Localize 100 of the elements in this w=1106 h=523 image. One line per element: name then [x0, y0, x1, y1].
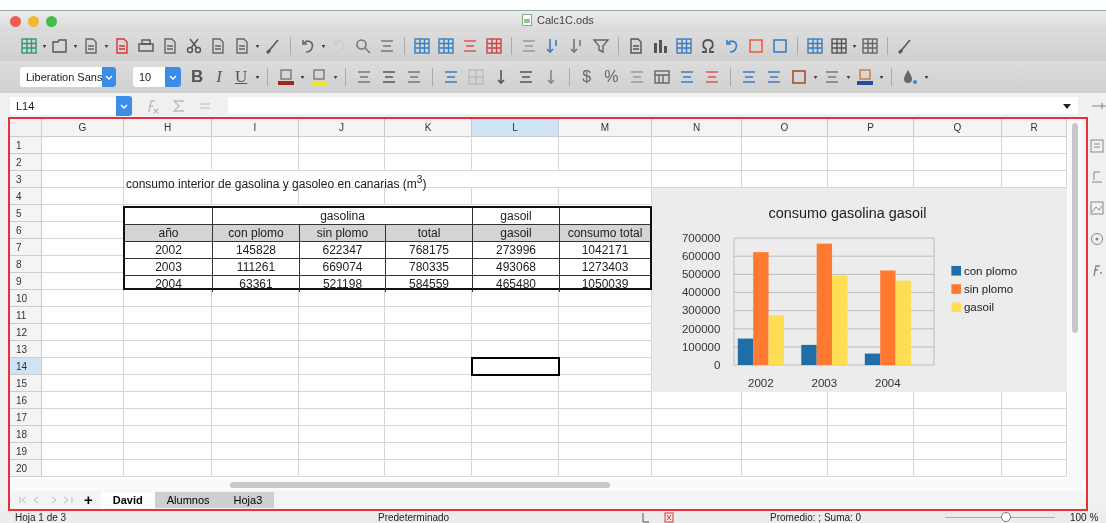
- grid-cell[interactable]: [472, 409, 559, 426]
- merge-icon[interactable]: [467, 68, 486, 86]
- grid-cell[interactable]: [212, 426, 299, 443]
- grid-cell[interactable]: [124, 324, 212, 341]
- column-header[interactable]: I: [212, 119, 299, 137]
- grid-cell[interactable]: [472, 188, 559, 205]
- grid-cell[interactable]: [652, 443, 742, 460]
- sidebar-toggle-icon[interactable]: [1092, 101, 1106, 111]
- filter-icon[interactable]: [592, 37, 610, 55]
- grid-cell[interactable]: [472, 460, 559, 477]
- grid-cell[interactable]: [212, 460, 299, 477]
- grid-cell[interactable]: [1002, 443, 1067, 460]
- sheet-tab[interactable]: David: [100, 492, 155, 508]
- grid-cell[interactable]: [559, 426, 652, 443]
- properties-icon[interactable]: [1090, 139, 1104, 153]
- grid-cell[interactable]: [1002, 460, 1067, 477]
- grid-cell[interactable]: [742, 154, 828, 171]
- grid-cell[interactable]: [1002, 426, 1067, 443]
- pencil-icon[interactable]: [896, 37, 914, 55]
- omega-icon[interactable]: [699, 37, 717, 55]
- sheet-tab[interactable]: Alumnos: [154, 492, 222, 508]
- grid-cell[interactable]: [42, 426, 124, 443]
- grid-cell[interactable]: [742, 460, 828, 477]
- grid-cell[interactable]: [299, 409, 385, 426]
- grid-cell[interactable]: [385, 341, 472, 358]
- grid-cell[interactable]: [472, 154, 559, 171]
- grid-cell[interactable]: [212, 324, 299, 341]
- grid-cell[interactable]: [472, 375, 559, 392]
- grid-cell[interactable]: [42, 171, 124, 188]
- grid-cell[interactable]: [559, 392, 652, 409]
- row-header[interactable]: 9: [10, 273, 42, 290]
- grid-cell[interactable]: [42, 409, 124, 426]
- chart-icon[interactable]: [651, 37, 669, 55]
- row-header[interactable]: 15: [10, 375, 42, 392]
- number-format-button[interactable]: $: [579, 67, 595, 87]
- grid-cell[interactable]: [42, 137, 124, 154]
- grid-cell[interactable]: [742, 426, 828, 443]
- brush-icon[interactable]: [264, 37, 282, 55]
- zoom-button[interactable]: [46, 15, 57, 27]
- grid-cell[interactable]: [1002, 409, 1067, 426]
- grid-cell[interactable]: [559, 154, 652, 171]
- row-header[interactable]: 7: [10, 239, 42, 256]
- grid-cell[interactable]: [828, 426, 914, 443]
- format-button[interactable]: B: [188, 67, 207, 87]
- comment-icon[interactable]: [747, 37, 765, 55]
- grid-cell[interactable]: [124, 307, 212, 324]
- navigator-icon[interactable]: [1090, 232, 1104, 246]
- grid-cell[interactable]: [652, 137, 742, 154]
- grid-cell[interactable]: [212, 137, 299, 154]
- grid-cell[interactable]: [299, 392, 385, 409]
- minimize-button[interactable]: [28, 15, 39, 27]
- functions-icon[interactable]: [1090, 263, 1104, 277]
- grid-cell[interactable]: [559, 137, 652, 154]
- grid-cell[interactable]: [212, 154, 299, 171]
- grid-cell[interactable]: [299, 324, 385, 341]
- row-header[interactable]: 6: [10, 222, 42, 239]
- zoom-slider-thumb[interactable]: [1000, 512, 1011, 522]
- grid-cell[interactable]: [742, 409, 828, 426]
- border-color-icon[interactable]: [856, 68, 875, 86]
- insert-column-icon[interactable]: [437, 37, 455, 55]
- caret-icon[interactable]: [120, 103, 128, 109]
- delete-row-icon[interactable]: [461, 37, 479, 55]
- row-header[interactable]: 2: [10, 154, 42, 171]
- sheet-tab[interactable]: Hoja3: [221, 492, 275, 508]
- grid-cell[interactable]: [42, 443, 124, 460]
- column-header[interactable]: R: [1002, 119, 1067, 137]
- grid-cell[interactable]: [652, 460, 742, 477]
- column-header[interactable]: P: [828, 119, 914, 137]
- grid-cell[interactable]: [299, 341, 385, 358]
- grid-cell[interactable]: [212, 443, 299, 460]
- name-box[interactable]: L14: [10, 97, 132, 115]
- grid-cell[interactable]: [472, 426, 559, 443]
- pivot-table-icon[interactable]: [675, 37, 693, 55]
- grid-cell[interactable]: [742, 443, 828, 460]
- copy-icon[interactable]: [209, 37, 227, 55]
- grid-cell[interactable]: [828, 460, 914, 477]
- column-header[interactable]: L: [472, 119, 559, 137]
- column-header[interactable]: O: [742, 119, 828, 137]
- row-header[interactable]: 1: [10, 137, 42, 154]
- row-header[interactable]: 12: [10, 324, 42, 341]
- select-all-corner[interactable]: [10, 119, 42, 137]
- column-header[interactable]: H: [124, 119, 212, 137]
- grid-cell[interactable]: [652, 154, 742, 171]
- row-header[interactable]: 19: [10, 443, 42, 460]
- grid-cell[interactable]: [385, 443, 472, 460]
- grid-cell[interactable]: [42, 154, 124, 171]
- grid-cell[interactable]: [472, 324, 559, 341]
- drop-icon[interactable]: [901, 68, 920, 86]
- grid-cell[interactable]: [299, 137, 385, 154]
- grid-cell[interactable]: [42, 392, 124, 409]
- grid-cell[interactable]: [828, 137, 914, 154]
- grid-cell[interactable]: [472, 137, 559, 154]
- grid-cell[interactable]: [385, 154, 472, 171]
- grid-cell[interactable]: [559, 460, 652, 477]
- freeze-icon[interactable]: [806, 37, 824, 55]
- add-sheet-button[interactable]: +: [76, 492, 101, 508]
- grid-cell[interactable]: [212, 409, 299, 426]
- print-icon[interactable]: [137, 37, 155, 55]
- row-header[interactable]: 20: [10, 460, 42, 477]
- row-header[interactable]: 13: [10, 341, 42, 358]
